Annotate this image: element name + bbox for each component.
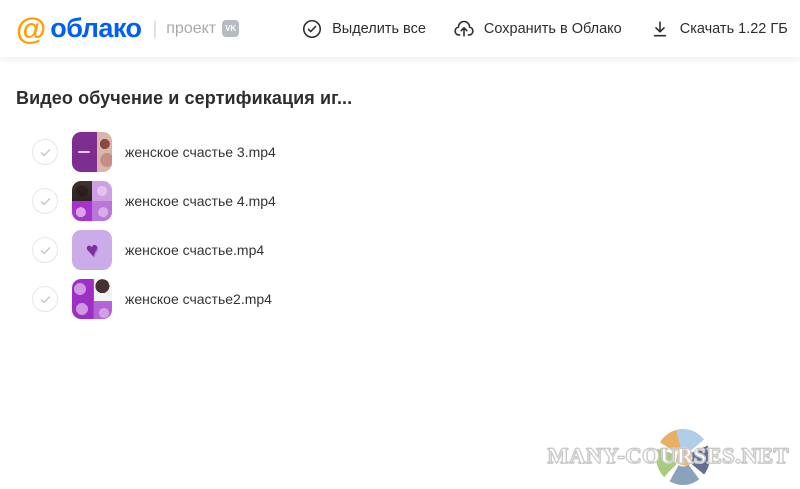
file-checkbox[interactable] [32,286,58,312]
file-row[interactable]: ♥ женское счастье.mp4 [16,230,800,270]
page-title: Видео обучение и сертификация иг... [16,88,800,109]
download-label: Скачать 1.22 ГБ [680,21,788,37]
file-name: женское счастье2.mp4 [125,291,272,307]
save-to-cloud-label: Сохранить в Облако [484,21,622,37]
select-all-button[interactable]: Выделить все [301,18,426,40]
check-circle-icon [301,18,323,40]
project-label: проект [166,20,216,38]
file-name: женское счастье 3.mp4 [125,144,276,160]
header-actions: Выделить все Сохранить в Облако Скачать … [301,18,788,40]
logo-divider: | [153,18,158,39]
file-thumbnail [72,132,112,172]
file-row[interactable]: женское счастье2.mp4 [16,279,800,319]
file-checkbox[interactable] [32,188,58,214]
vk-badge-icon: VK [222,20,239,37]
file-checkbox[interactable] [32,237,58,263]
download-button[interactable]: Скачать 1.22 ГБ [649,18,788,40]
app-header: @ облако | проект VK Выделить все Сохран… [0,0,800,57]
watermark: MANY-COURSES.NET [550,419,800,489]
file-thumbnail [72,181,112,221]
file-checkbox[interactable] [32,139,58,165]
file-thumbnail: ♥ [72,230,112,270]
main-content: Видео обучение и сертификация иг... женс… [0,57,800,328]
file-row[interactable]: женское счастье 4.mp4 [16,181,800,221]
heart-icon: ♥ [84,239,99,262]
file-name: женское счастье.mp4 [125,242,264,258]
checkmark-icon [39,195,52,208]
checkmark-icon [39,146,52,159]
file-thumbnail [72,279,112,319]
cloud-logo[interactable]: @ облако | проект VK [16,13,239,44]
save-to-cloud-button[interactable]: Сохранить в Облако [453,18,622,40]
cloud-upload-icon [453,18,475,40]
checkmark-icon [39,244,52,257]
file-row[interactable]: женское счастье 3.mp4 [16,132,800,172]
download-icon [649,18,671,40]
brand-name: облако [50,13,141,44]
select-all-label: Выделить все [332,21,426,37]
globe-logo-icon [656,429,710,485]
watermark-text: MANY-COURSES.NET [547,443,789,469]
mailru-at-icon: @ [16,13,45,44]
checkmark-icon [39,293,52,306]
file-list: женское счастье 3.mp4 женское счастье 4.… [0,132,800,319]
file-name: женское счастье 4.mp4 [125,193,276,209]
